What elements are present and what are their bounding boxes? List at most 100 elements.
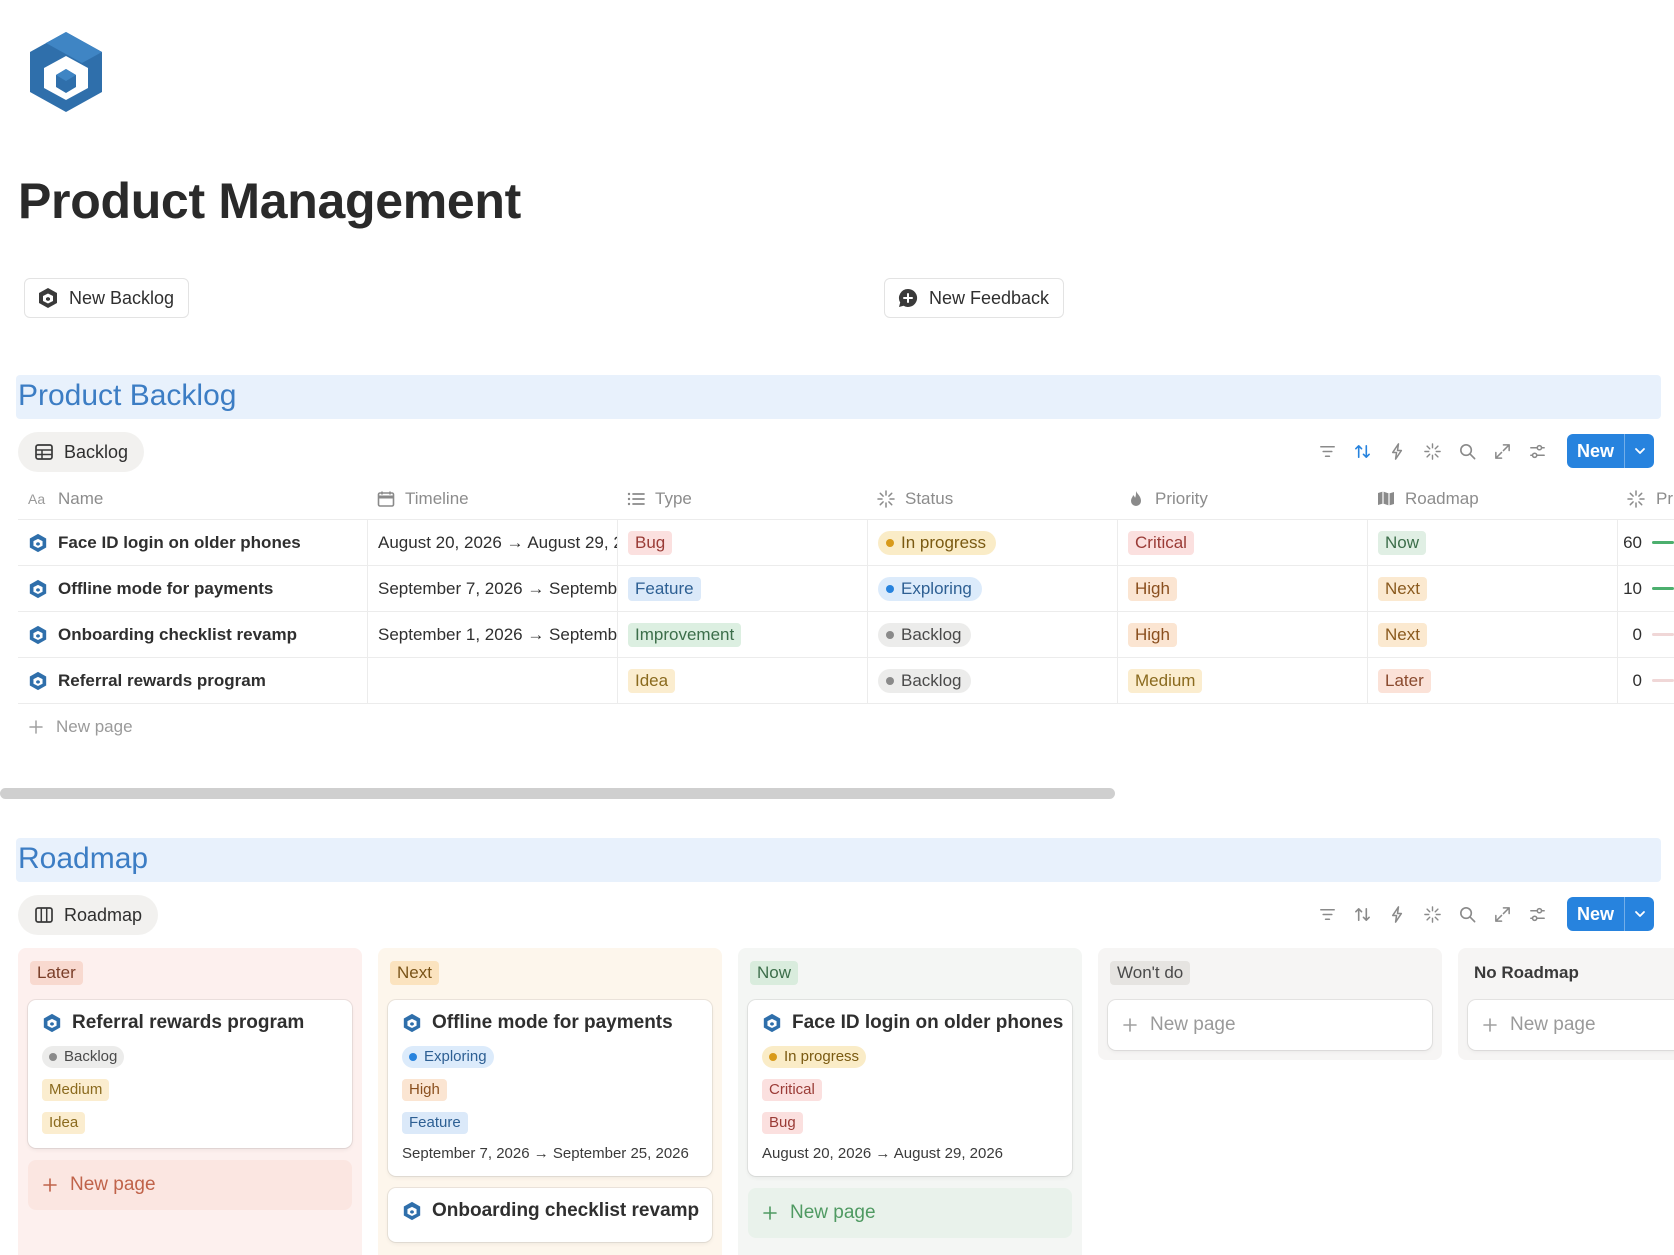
row-priority-cell[interactable]: Critical [1118, 520, 1368, 565]
sparkle-icon [1424, 442, 1441, 460]
column-header-priority[interactable]: Priority [1118, 478, 1368, 519]
column-roadmap-label: Roadmap [1405, 488, 1479, 508]
status-loader-icon [1627, 489, 1645, 508]
new-button-label[interactable]: New [1567, 434, 1624, 468]
board-card[interactable]: Offline mode for payments Exploring High… [388, 1000, 712, 1176]
row-type-cell[interactable]: Bug [618, 520, 868, 565]
new-backlog-button[interactable]: New Backlog [24, 278, 190, 318]
column-header-name[interactable]: Aa Name [18, 478, 368, 519]
row-priority-cell[interactable]: Medium [1118, 658, 1368, 703]
row-roadmap-cell[interactable]: Now [1368, 520, 1618, 565]
column-header-type[interactable]: Type [618, 478, 868, 519]
column-header-timeline[interactable]: Timeline [368, 478, 618, 519]
new-page-label: New page [790, 1202, 876, 1223]
column-header-status[interactable]: Status [868, 478, 1118, 519]
table-row[interactable]: Onboarding checklist revamp September 1,… [18, 612, 1674, 658]
status-label: Backlog [901, 624, 962, 644]
settings-button[interactable] [1520, 433, 1555, 469]
row-name: Face ID login on older phones [58, 532, 301, 552]
row-progress-cell[interactable]: 0 [1618, 612, 1674, 657]
row-timeline[interactable] [368, 658, 618, 703]
row-name-cell[interactable]: Referral rewards program [18, 658, 368, 703]
row-type-cell[interactable]: Improvement [618, 612, 868, 657]
filter-icon [1320, 445, 1335, 457]
table-row[interactable]: Referral rewards program Idea Backlog Me… [18, 658, 1674, 704]
backlog-section-title: Product Backlog [18, 379, 237, 412]
horizontal-scrollbar[interactable] [0, 788, 1115, 799]
row-priority-cell[interactable]: High [1118, 566, 1368, 611]
column-header-progress[interactable]: Pr [1618, 478, 1674, 519]
row-roadmap-cell[interactable]: Later [1368, 658, 1618, 703]
row-status-cell[interactable]: Backlog [868, 612, 1118, 657]
filter-button[interactable] [1310, 896, 1345, 932]
row-timeline[interactable]: September 1, 2026 → September [368, 612, 618, 657]
backlog-table: Aa Name Timeline Type Status Priority Ro… [18, 478, 1674, 750]
sort-button[interactable] [1345, 896, 1380, 932]
row-name-cell[interactable]: Onboarding checklist revamp [18, 612, 368, 657]
row-timeline[interactable]: August 20, 2026 → August 29, 2026 [368, 520, 618, 565]
automation-button[interactable] [1380, 433, 1415, 469]
row-timeline[interactable]: September 7, 2026 → September 25, 2026 [368, 566, 618, 611]
row-name-cell[interactable]: Face ID login on older phones [18, 520, 368, 565]
column-header-roadmap[interactable]: Roadmap [1368, 478, 1618, 519]
row-roadmap-cell[interactable]: Next [1368, 566, 1618, 611]
column-new-page-button[interactable]: New page [1108, 1000, 1432, 1050]
column-new-page-button[interactable]: New page [1468, 1000, 1674, 1050]
table-row[interactable]: Offline mode for payments September 7, 2… [18, 566, 1674, 612]
table-icon [35, 444, 53, 460]
table-new-page-button[interactable]: New page [18, 704, 1674, 750]
chat-plus-icon [898, 288, 918, 307]
column-priority-label: Priority [1155, 488, 1208, 508]
new-button-label[interactable]: New [1567, 897, 1624, 931]
cube-icon [403, 1201, 421, 1221]
column-new-page-button[interactable]: New page [28, 1160, 352, 1210]
priority-tag: Medium [42, 1079, 110, 1101]
row-name-cell[interactable]: Offline mode for payments [18, 566, 368, 611]
status-tag: Backlog [878, 622, 972, 647]
row-progress-cell[interactable]: 60 [1618, 520, 1674, 565]
view-tab-backlog[interactable]: Backlog [18, 432, 145, 472]
plus-icon [763, 1206, 777, 1220]
new-button[interactable]: New [1566, 434, 1654, 468]
row-status-cell[interactable]: Exploring [868, 566, 1118, 611]
list-icon [627, 492, 645, 505]
status-tag: Exploring [402, 1046, 494, 1068]
new-button[interactable]: New [1566, 897, 1654, 931]
settings-button[interactable] [1520, 896, 1555, 932]
view-tab-roadmap[interactable]: Roadmap [18, 895, 159, 935]
card-title: Face ID login on older phones [792, 1012, 1064, 1033]
new-dropdown-button[interactable] [1624, 434, 1654, 468]
status-label: In progress [901, 532, 987, 552]
row-status-cell[interactable]: Backlog [868, 658, 1118, 703]
row-type-cell[interactable]: Idea [618, 658, 868, 703]
new-dropdown-button[interactable] [1624, 897, 1654, 931]
expand-button[interactable] [1485, 433, 1520, 469]
filter-icon [1320, 908, 1335, 920]
filter-button[interactable] [1310, 433, 1345, 469]
board-card[interactable]: Face ID login on older phones In progres… [748, 1000, 1072, 1176]
row-progress-cell[interactable]: 0 [1618, 658, 1674, 703]
column-new-page-button[interactable]: New page [748, 1188, 1072, 1238]
status-label: Exploring [424, 1048, 487, 1065]
column-label: Later [30, 961, 83, 985]
board-card[interactable]: Referral rewards program Backlog Medium … [28, 1000, 352, 1148]
row-progress-cell[interactable]: 10 [1618, 566, 1674, 611]
sliders-icon [1530, 444, 1545, 458]
search-button[interactable] [1450, 433, 1485, 469]
ai-button[interactable] [1415, 896, 1450, 932]
sort-button[interactable] [1345, 433, 1380, 469]
card-date: September 7, 2026 → September 25, 2026 [402, 1145, 689, 1162]
board-card[interactable]: Onboarding checklist revamp [388, 1188, 712, 1242]
search-button[interactable] [1450, 896, 1485, 932]
expand-button[interactable] [1485, 896, 1520, 932]
table-row[interactable]: Face ID login on older phones August 20,… [18, 520, 1674, 566]
row-type-cell[interactable]: Feature [618, 566, 868, 611]
status-label: Backlog [64, 1048, 118, 1065]
ai-button[interactable] [1415, 433, 1450, 469]
automation-button[interactable] [1380, 896, 1415, 932]
row-status-cell[interactable]: In progress [868, 520, 1118, 565]
column-status-label: Status [905, 488, 954, 508]
row-priority-cell[interactable]: High [1118, 612, 1368, 657]
row-roadmap-cell[interactable]: Next [1368, 612, 1618, 657]
new-feedback-button[interactable]: New Feedback [884, 278, 1065, 318]
